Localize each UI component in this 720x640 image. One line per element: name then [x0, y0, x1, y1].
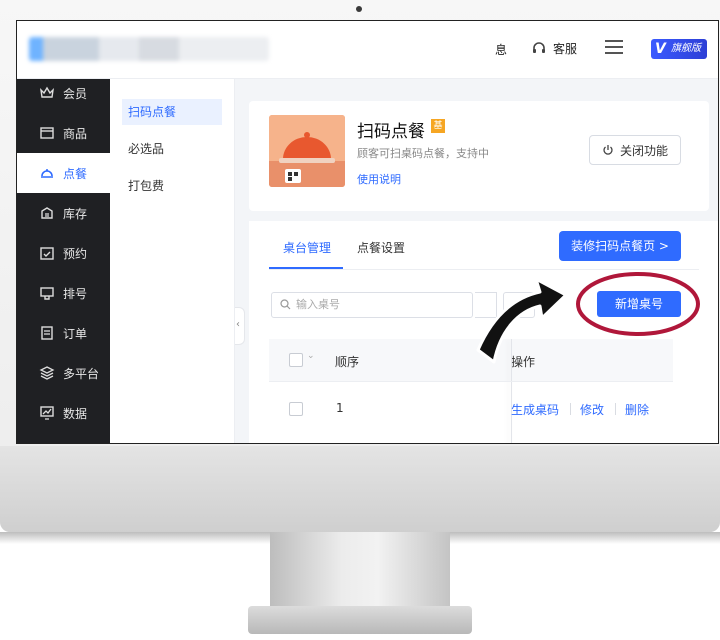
edition-badge: V 旗舰版 [651, 39, 707, 59]
edition-mark: V [655, 41, 666, 57]
tab-ordering-settings[interactable]: 点餐设置 [357, 239, 405, 256]
sidebar-item-label: 排号 [63, 286, 88, 301]
table-header: ⌄ 顺序 操作 [269, 339, 673, 381]
add-table-button[interactable]: 新增桌号 [597, 291, 681, 317]
chart-monitor-icon [40, 406, 54, 420]
queue-icon [40, 287, 54, 300]
subnav-item-packing-fee[interactable]: 打包费 [122, 173, 222, 199]
sidebar-item-inventory[interactable]: 库存 [17, 193, 110, 233]
monitor-chin [0, 446, 720, 532]
layers-icon [39, 366, 55, 380]
row-order-cell: 1 [336, 401, 344, 415]
row-checkbox[interactable] [289, 402, 303, 416]
calendar-check-icon [40, 247, 54, 260]
monitor-stand-neck [270, 532, 450, 614]
webcam [356, 6, 362, 12]
search-placeholder: 输入桌号 [296, 298, 340, 311]
tabs-divider [269, 269, 699, 270]
column-header-operations: 操作 [511, 355, 536, 369]
sidebar-item-label: 预约 [63, 246, 88, 261]
sidebar-item-label: 会员 [63, 86, 88, 101]
select-all-checkbox[interactable] [289, 353, 303, 367]
collapse-subnav-toggle[interactable]: ‹ [235, 307, 245, 345]
feature-card: 扫码点餐 基 顾客可扫桌码点餐，支持中 使用说明 关闭功能 [249, 101, 709, 211]
column-header-order: 顺序 [335, 355, 360, 369]
edition-label: 旗舰版 [671, 43, 701, 54]
edit-link[interactable]: 修改 [580, 401, 604, 418]
sidebar-item-finance[interactable]: 财务 [17, 433, 110, 443]
separator [570, 403, 571, 415]
close-feature-button[interactable]: 关闭功能 [589, 135, 682, 165]
headset-icon [533, 42, 545, 53]
sidebar-item-label: 数据 [63, 406, 88, 421]
tab-table-management[interactable]: 桌台管理 [283, 239, 331, 256]
close-feature-label: 关闭功能 [620, 143, 669, 158]
inventory-icon [41, 207, 53, 219]
help-link[interactable]: 使用说明 [357, 171, 401, 187]
power-icon [603, 145, 613, 155]
top-bar: 息 客服 V 旗舰版 [17, 21, 718, 79]
filter-select-secondary[interactable] [503, 292, 535, 318]
main-sidebar: 会员 商品 点餐 库存 预约 排号 订单 多平台 数据 [17, 79, 110, 443]
subnav-item-required-items[interactable]: 必选品 [122, 136, 222, 162]
sidebar-item-ordering[interactable]: 点餐 [17, 153, 110, 193]
cloche-illustration-icon [269, 115, 345, 187]
blurred-store-logo [29, 37, 269, 61]
table-management-panel: 桌台管理 点餐设置 装修扫码点餐页 > 输入桌号 新增桌号 ⌄ 顺序 操作 1 … [249, 221, 718, 443]
sidebar-item-goods[interactable]: 商品 [17, 113, 110, 153]
sub-navigation: 扫码点餐 必选品 打包费 [110, 79, 235, 443]
shop-icon [40, 127, 54, 139]
sidebar-item-data[interactable]: 数据 [17, 393, 110, 433]
chevron-left-icon: ‹ [236, 319, 240, 330]
decorate-page-button[interactable]: 装修扫码点餐页 > [559, 231, 681, 261]
filter-select[interactable] [475, 292, 497, 318]
customer-service-label: 客服 [553, 41, 578, 56]
monitor-stand-base [248, 606, 472, 634]
separator [615, 403, 616, 415]
order-icon [41, 326, 53, 340]
messages-link[interactable]: 息 [495, 41, 507, 58]
sidebar-item-member[interactable]: 会员 [17, 73, 110, 113]
sidebar-item-label: 商品 [63, 126, 88, 141]
sidebar-item-label: 订单 [63, 326, 88, 341]
sidebar-item-orders[interactable]: 订单 [17, 313, 110, 353]
subnav-item-scan-order[interactable]: 扫码点餐 [122, 99, 222, 125]
app-screen: 息 客服 V 旗舰版 会员 商品 点餐 库存 预约 排号 订单 多平台 数据 扫… [16, 20, 719, 444]
customer-service-link[interactable]: 客服 [531, 37, 577, 59]
sidebar-item-multiplatform[interactable]: 多平台 [17, 353, 110, 393]
sidebar-item-label: 库存 [63, 206, 88, 221]
feature-title: 扫码点餐 [357, 122, 425, 142]
crown-icon [40, 86, 54, 98]
basic-tag-badge: 基 [431, 119, 445, 133]
table-number-search-input[interactable]: 输入桌号 [271, 292, 473, 318]
cloche-icon [41, 169, 53, 178]
delete-link[interactable]: 删除 [625, 401, 649, 418]
search-icon [280, 299, 291, 310]
feature-illustration [269, 115, 345, 187]
sidebar-item-queue[interactable]: 排号 [17, 273, 110, 313]
sidebar-item-booking[interactable]: 预约 [17, 233, 110, 273]
row-divider [269, 381, 673, 382]
fixed-column-divider [511, 339, 512, 443]
feature-description: 顾客可扫桌码点餐，支持中 [357, 147, 489, 160]
generate-qr-link[interactable]: 生成桌码 [511, 401, 559, 418]
chevron-down-icon[interactable]: ⌄ [307, 351, 315, 361]
hamburger-menu-icon[interactable] [605, 40, 623, 54]
sidebar-item-label: 多平台 [63, 366, 100, 381]
sidebar-item-label: 点餐 [63, 166, 88, 181]
